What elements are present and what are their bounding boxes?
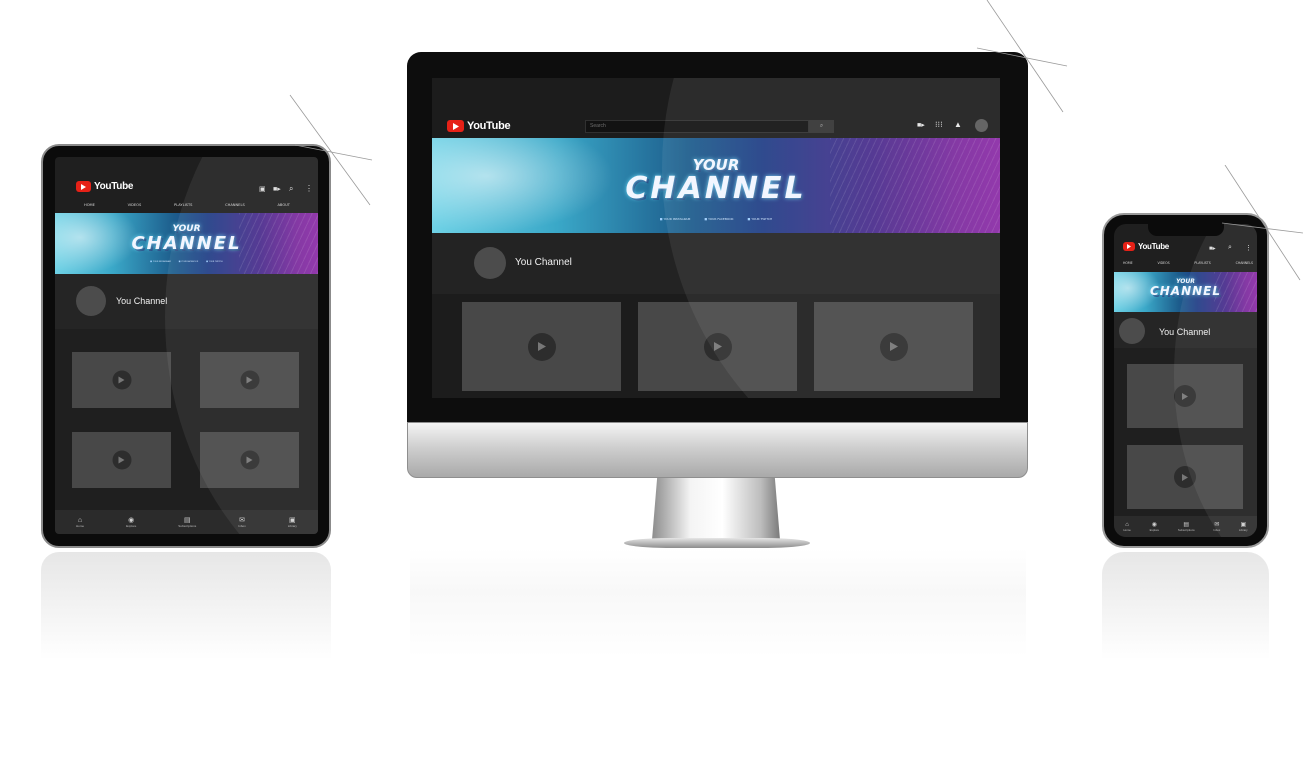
desktop-screen: YouTube Search ⌕ ■▸ ⁝⁝⁝ ▲ YOUR CHANNEL Y… <box>432 78 1000 398</box>
phone-reflection <box>1102 552 1269 660</box>
youtube-logo-icon <box>76 181 91 192</box>
tab-channels[interactable]: CHANNELS <box>1236 261 1253 265</box>
play-icon <box>703 332 732 361</box>
video-thumbnail[interactable] <box>462 302 621 391</box>
video-camera-icon[interactable]: ■▸ <box>273 185 281 193</box>
nav-subscriptions[interactable]: ▤ Subscriptions <box>178 517 196 528</box>
channel-name[interactable]: You Channel <box>1159 327 1210 337</box>
channel-tabs: HOME VIDEOS PLAYLISTS CHANNELS <box>1123 261 1253 265</box>
youtube-logo[interactable]: YouTube <box>1123 242 1169 251</box>
youtube-logo[interactable]: YouTube <box>76 181 134 192</box>
desktop-monitor-stand <box>652 478 780 540</box>
tab-videos[interactable]: VIDEOS <box>1157 261 1169 265</box>
nav-library[interactable]: ▣ Library <box>1239 522 1248 532</box>
tab-home[interactable]: HOME <box>1123 261 1133 265</box>
compass-icon: ◉ <box>128 516 135 524</box>
youtube-logo-text: YouTube <box>467 120 511 132</box>
search-icon[interactable]: ⌕ <box>289 184 293 194</box>
nav-subscriptions[interactable]: ▤ Subscriptions <box>1178 522 1195 532</box>
tab-playlists[interactable]: PLAYLISTS <box>174 203 192 207</box>
play-icon <box>1174 466 1196 488</box>
tablet-screen: YouTube ▣ ■▸ ⌕ ⋮ HOME VIDEOS PLAYLISTS C… <box>55 157 318 534</box>
nav-explore[interactable]: ◉ Explore <box>1150 522 1159 532</box>
channel-name[interactable]: You Channel <box>116 296 167 306</box>
play-icon <box>1174 385 1196 407</box>
search-input[interactable]: Search <box>585 120 809 133</box>
bottom-nav: ⌂ Home ◉ Explore ▤ Subscriptions ✉ Inbox ▣ Li… <box>55 510 318 534</box>
tab-videos[interactable]: VIDEOS <box>128 203 142 207</box>
tab-playlists[interactable]: PLAYLISTS <box>1194 261 1210 265</box>
video-thumbnail[interactable] <box>200 352 299 408</box>
youtube-logo-text: YouTube <box>1138 242 1169 251</box>
cast-icon[interactable]: ▣ <box>259 185 266 193</box>
youtube-logo-icon <box>447 120 464 132</box>
apps-grid-icon[interactable]: ⁝⁝⁝ <box>935 120 943 129</box>
bell-icon[interactable]: ▲ <box>954 120 962 129</box>
youtube-logo-text: YouTube <box>94 181 134 192</box>
more-vert-icon[interactable]: ⋮ <box>305 184 313 193</box>
tab-home[interactable]: HOME <box>84 203 95 207</box>
channel-banner: YOUR CHANNEL YOUR INSTAGRAMYOUR FACEBOOK… <box>432 138 1000 233</box>
library-icon: ▣ <box>289 516 296 524</box>
play-icon <box>527 332 556 361</box>
video-thumbnail[interactable] <box>638 302 797 391</box>
video-thumbnail[interactable] <box>200 432 299 488</box>
home-icon: ⌂ <box>77 516 83 524</box>
youtube-logo[interactable]: YouTube <box>447 120 511 132</box>
search-icon[interactable]: ⌕ <box>1228 244 1232 252</box>
play-icon <box>240 370 259 390</box>
banner-socials: YOUR INSTAGRAMYOUR FACEBOOKYOUR TWITCH <box>55 261 318 263</box>
banner-title-line2: CHANNEL <box>1149 284 1222 298</box>
phone-notch <box>1148 224 1224 236</box>
video-camera-icon[interactable]: ■▸ <box>1209 245 1216 252</box>
play-icon <box>240 450 259 470</box>
video-camera-icon[interactable]: ■▸ <box>917 121 925 129</box>
play-icon <box>879 332 908 361</box>
channel-avatar[interactable] <box>474 247 506 279</box>
video-thumbnail[interactable] <box>814 302 973 391</box>
desktop-monitor-chin <box>407 422 1028 478</box>
play-icon <box>112 450 131 470</box>
video-thumbnail[interactable] <box>72 432 171 488</box>
channel-name[interactable]: You Channel <box>515 257 572 268</box>
channel-banner: YOUR CHANNEL <box>1114 272 1257 312</box>
channel-avatar[interactable] <box>1119 318 1145 344</box>
video-thumbnail[interactable] <box>1127 445 1243 509</box>
inbox-icon: ✉ <box>239 516 245 524</box>
banner-socials: YOUR INSTAGRAMYOUR FACEBOOKYOUR TWITCH <box>432 217 1000 221</box>
nav-home[interactable]: ⌂ Home <box>76 517 84 528</box>
desktop-header: YouTube Search ⌕ ■▸ ⁝⁝⁝ ▲ <box>432 116 1000 138</box>
account-avatar[interactable] <box>975 119 988 132</box>
nav-explore[interactable]: ◉ Explore <box>126 517 136 528</box>
phone-screen: YouTube ■▸ ⌕ ⋮ HOME VIDEOS PLAYLISTS CHA… <box>1114 224 1257 537</box>
tab-channels[interactable]: CHANNELS <box>225 203 245 207</box>
desktop-monitor-base <box>624 538 810 548</box>
channel-banner: YOUR CHANNEL YOUR INSTAGRAMYOUR FACEBOOK… <box>55 213 318 274</box>
play-icon <box>112 370 131 390</box>
desktop-reflection <box>410 548 1026 658</box>
nav-inbox[interactable]: ✉ Inbox <box>1213 522 1220 532</box>
bottom-nav: ⌂ Home ◉ Explore ▤ Subscriptions ✉ Inbox ▣ Li… <box>1114 516 1257 537</box>
tablet-reflection <box>41 552 331 660</box>
subscriptions-icon: ▤ <box>183 516 191 524</box>
nav-library[interactable]: ▣ Library <box>288 517 297 528</box>
channel-avatar[interactable] <box>76 286 106 316</box>
tab-about[interactable]: ABOUT <box>277 203 290 207</box>
channel-tabs: HOME VIDEOS PLAYLISTS CHANNELS ABOUT <box>84 203 290 207</box>
banner-title-line2: CHANNEL <box>625 171 807 206</box>
search-button[interactable]: ⌕ <box>809 120 834 133</box>
video-thumbnail[interactable] <box>1127 364 1243 428</box>
banner-title-line2: CHANNEL <box>131 233 242 254</box>
more-vert-icon[interactable]: ⋮ <box>1245 244 1252 252</box>
search-icon: ⌕ <box>819 123 824 129</box>
nav-inbox[interactable]: ✉ Inbox <box>238 517 245 528</box>
youtube-logo-icon <box>1123 242 1135 251</box>
nav-home[interactable]: ⌂ Home <box>1123 522 1130 532</box>
video-thumbnail[interactable] <box>72 352 171 408</box>
